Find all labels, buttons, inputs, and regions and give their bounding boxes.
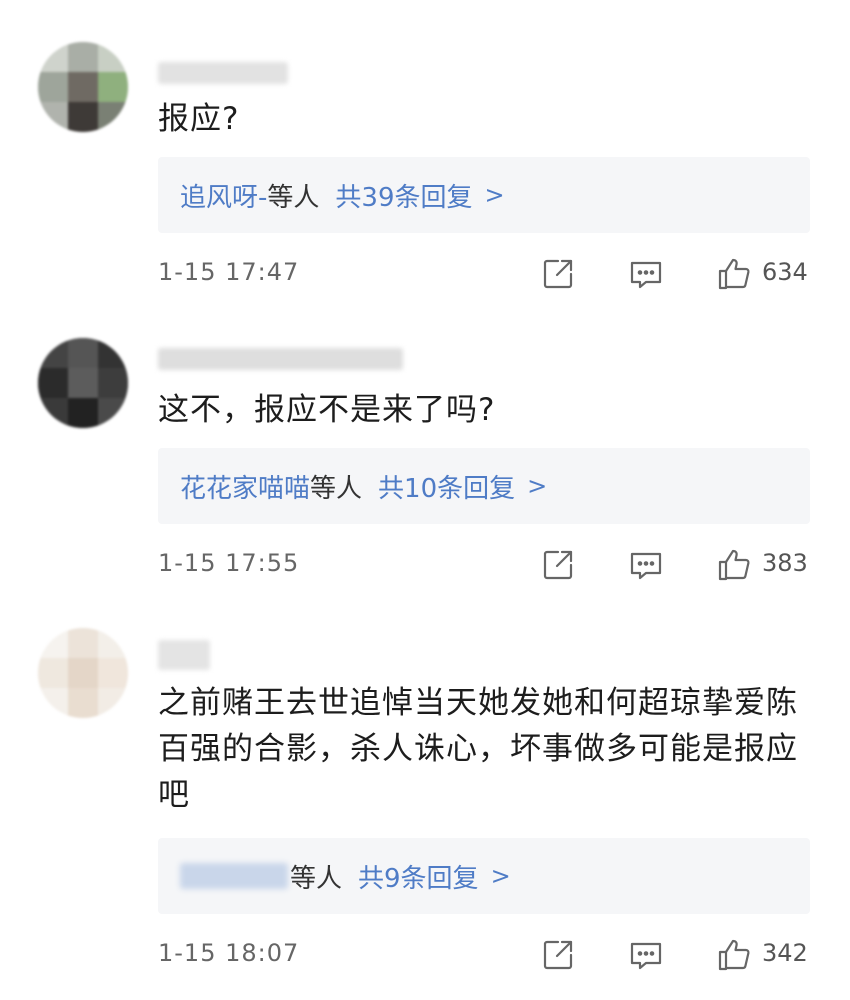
reply-count[interactable]: 共10条回复 [378,468,515,505]
reply-count[interactable]: 共9条回复 [358,858,479,895]
reply-deng: 等人 [290,863,343,894]
chevron-right-icon: > [484,181,505,209]
username[interactable] [158,348,403,370]
comment-icon[interactable] [626,545,666,585]
reply-summary[interactable]: 等人 共9条回复 > [158,838,810,914]
thumbs-up-icon[interactable] [714,254,754,294]
reply-users[interactable]: 追风呀- [180,177,267,214]
reply-deng: 等人 [310,473,363,504]
comment-meta: 1-15 18:07 342 [158,935,810,975]
share-icon[interactable] [538,254,578,294]
reply-summary[interactable]: 花花家喵喵 等人 共10条回复 > [158,448,810,524]
timestamp: 1-15 17:47 [158,258,300,286]
comment-meta: 1-15 17:47 634 [158,254,810,294]
comment-text: 这不，报应不是来了吗? [158,392,496,428]
reply-users[interactable]: 花花家喵喵 [180,468,310,505]
comment-meta: 1-15 17:55 383 [158,545,810,585]
reply-count[interactable]: 共39条回复 [335,177,472,214]
reply-summary[interactable]: 追风呀- 等人 共39条回复 > [158,157,810,233]
username[interactable] [158,640,210,670]
thumbs-up-icon[interactable] [714,545,754,585]
avatar[interactable] [38,338,128,428]
timestamp: 1-15 17:55 [158,549,300,577]
like-count: 634 [762,258,808,286]
thumbs-up-icon[interactable] [714,935,754,975]
comment-text: 之前赌王去世追悼当天她发她和何超琼挚爱陈百强的合影，杀人诛心，坏事做多可能是报应… [158,685,798,813]
comment-icon[interactable] [626,254,666,294]
like-count: 383 [762,549,808,577]
like-count: 342 [762,939,808,967]
chevron-right-icon: > [490,862,511,890]
chevron-right-icon: > [527,472,548,500]
avatar[interactable] [38,628,128,718]
timestamp: 1-15 18:07 [158,939,300,967]
share-icon[interactable] [538,545,578,585]
reply-users[interactable] [180,863,288,889]
share-icon[interactable] [538,935,578,975]
comment-icon[interactable] [626,935,666,975]
comment-text: 报应? [158,101,240,137]
avatar[interactable] [38,42,128,132]
username[interactable] [158,62,288,84]
reply-deng: 等人 [267,182,320,213]
